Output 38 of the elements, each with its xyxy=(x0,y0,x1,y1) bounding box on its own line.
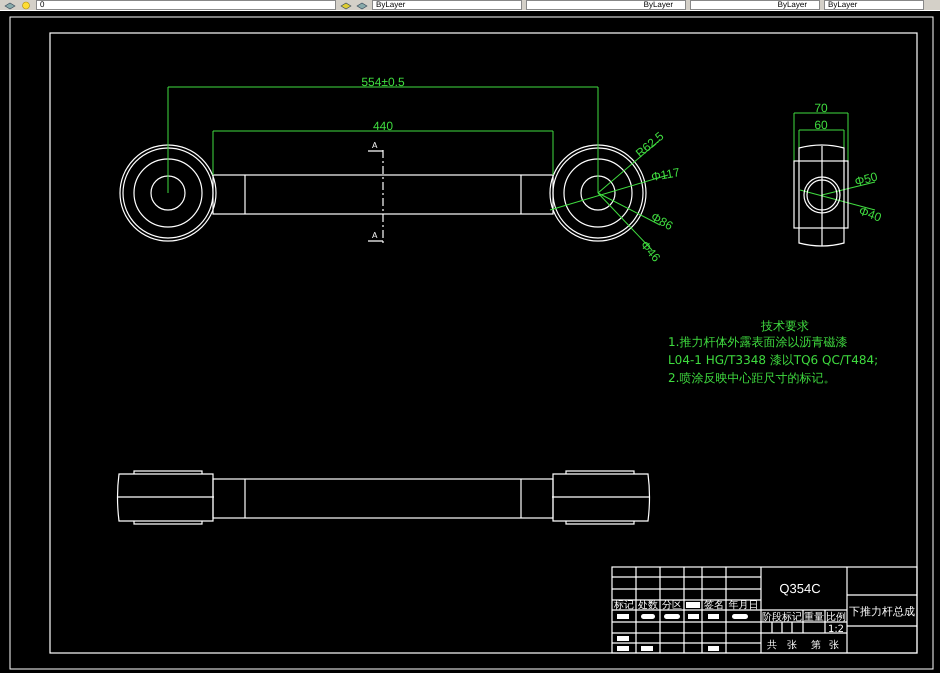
note-line: 2.喷涂反映中心距尺寸的标记。 xyxy=(668,371,836,385)
dimension-label: Φ40 xyxy=(856,204,884,225)
property-dropdown[interactable]: ByLayer xyxy=(526,0,686,10)
note-line: 1.推力杆体外露表面涂以沥青磁漆 xyxy=(668,335,848,349)
sheet-label: 第 xyxy=(811,640,821,651)
layers-icon xyxy=(4,0,16,10)
dimension-label: Φ50 xyxy=(853,169,879,189)
dimension-label: 70 xyxy=(814,101,828,115)
table-header: 阶段标记 xyxy=(762,612,802,623)
dimension-label: 554±0.5 xyxy=(361,75,405,89)
layers-icon xyxy=(340,0,352,10)
table-header: 签名 xyxy=(704,600,724,611)
layer-dropdown[interactable]: 0 xyxy=(36,0,336,10)
section-label: A xyxy=(372,231,378,240)
dimension-label: Φ86 xyxy=(648,209,676,234)
dimension-label: 440 xyxy=(372,119,394,133)
property-dropdown[interactable]: ByLayer xyxy=(690,0,820,10)
layers-icon xyxy=(356,0,368,10)
material-label: Q354C xyxy=(779,581,821,596)
dimension-label: 60 xyxy=(814,118,828,132)
section-label: A xyxy=(372,141,378,150)
scale-value: 1:2 xyxy=(828,624,844,635)
table-header: 重量 xyxy=(804,612,824,623)
dimension-label: Φ46 xyxy=(638,238,664,264)
note-line: L04-1 HG/T3348 漆以TQ6 QC/T484; xyxy=(668,353,878,367)
sheet-label: 张 xyxy=(787,640,797,651)
sheet-label: 张 xyxy=(829,640,839,651)
table-header: 分区 xyxy=(662,600,682,611)
drawing-title: 下推力杆总成 xyxy=(849,605,915,618)
table-header: 处数 xyxy=(638,600,658,611)
notes-heading: 技术要求 xyxy=(761,319,809,333)
table-header: 年月日 xyxy=(728,600,758,611)
property-dropdown[interactable]: ByLayer xyxy=(372,0,522,10)
table-header: 比例 xyxy=(826,612,846,623)
table-header: 标记 xyxy=(614,600,634,611)
property-dropdown[interactable]: ByLayer xyxy=(824,0,924,10)
dimension-label: Φ117 xyxy=(650,165,681,184)
sheet-label: 共 xyxy=(767,640,777,651)
